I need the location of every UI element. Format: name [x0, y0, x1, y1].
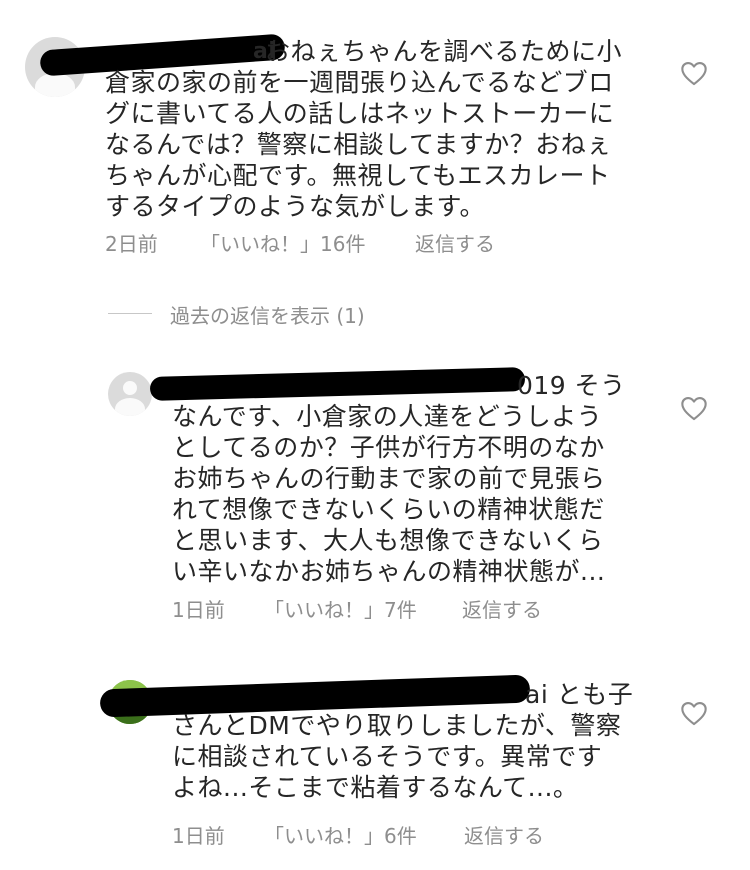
divider: [108, 313, 152, 314]
comment-line: れて想像できないくらいの精神状態だ: [172, 495, 605, 524]
comment-line: ai おねぇちゃんを調べるために小: [253, 36, 623, 67]
username-fragment[interactable]: ai: [253, 36, 276, 67]
comment-line: 倉家の家の前を一週間張り込んでるなどブロ: [105, 68, 614, 97]
comment-text: ai おねぇちゃんを調べるために小 倉家の家の前を一週間張り込んでるなどブロ グに…: [105, 36, 665, 222]
timestamp: 1日前: [172, 824, 225, 848]
comment-line: さんとDMでやり取りしましたが、警察: [172, 711, 622, 740]
comment-line: としてるのか？子供が行方不明のなか: [172, 433, 605, 462]
comment-line: に相談されているそうです。異常です: [172, 742, 603, 771]
comment-line: するタイプのような気がします。: [105, 192, 486, 221]
comment-line: ai とも子: [525, 680, 634, 709]
comment-line: グに書いてる人の話しはネットストーカーに: [105, 99, 615, 128]
likes-count[interactable]: 「いいね！」6件: [264, 820, 417, 849]
avatar[interactable]: [108, 372, 152, 416]
heart-icon[interactable]: [680, 700, 708, 726]
comment-line: お姉ちゃんの行動まで家の前で見張ら: [172, 464, 606, 493]
comment-line: よね...そこまで粘着するなんて...。: [172, 773, 579, 802]
comment-line: なるんでは？警察に相談してますか？おねぇ: [105, 130, 612, 159]
view-replies-button[interactable]: 過去の返信を表示 (1): [170, 300, 365, 329]
comment-text: 019 そう なんです、小倉家の人達をどうしよう としてるのか？子供が行方不明の…: [172, 370, 642, 587]
comment-line: なんです、小倉家の人達をどうしよう: [172, 402, 603, 431]
timestamp: 1日前: [172, 598, 225, 622]
timestamp: 2日前: [105, 232, 158, 256]
comment-text: ai とも子 さんとDMでやり取りしましたが、警察 に相談されているそうです。異…: [172, 679, 662, 803]
comment-meta: 1日前 「いいね！」7件 返信する: [172, 594, 592, 623]
comment-line: い辛いなかお姉ちゃんの精神状態が...: [172, 557, 606, 586]
comment-line: 019 そう: [517, 371, 626, 400]
reply-button[interactable]: 返信する: [464, 820, 544, 849]
comment-meta: 2日前 「いいね！」16件 返信する: [105, 228, 525, 257]
reply-button[interactable]: 返信する: [462, 594, 542, 623]
comment-meta: 1日前 「いいね！」6件 返信する: [172, 820, 592, 849]
heart-icon[interactable]: [680, 395, 708, 421]
comment-line: と思います、大人も想像できないくら: [172, 526, 604, 555]
reply-button[interactable]: 返信する: [415, 228, 495, 257]
heart-icon[interactable]: [680, 60, 708, 86]
likes-count[interactable]: 「いいね！」7件: [264, 594, 417, 623]
comment-line: ちゃんが心配です。無視してもエスカレート: [105, 161, 611, 190]
likes-count[interactable]: 「いいね！」16件: [200, 228, 365, 257]
